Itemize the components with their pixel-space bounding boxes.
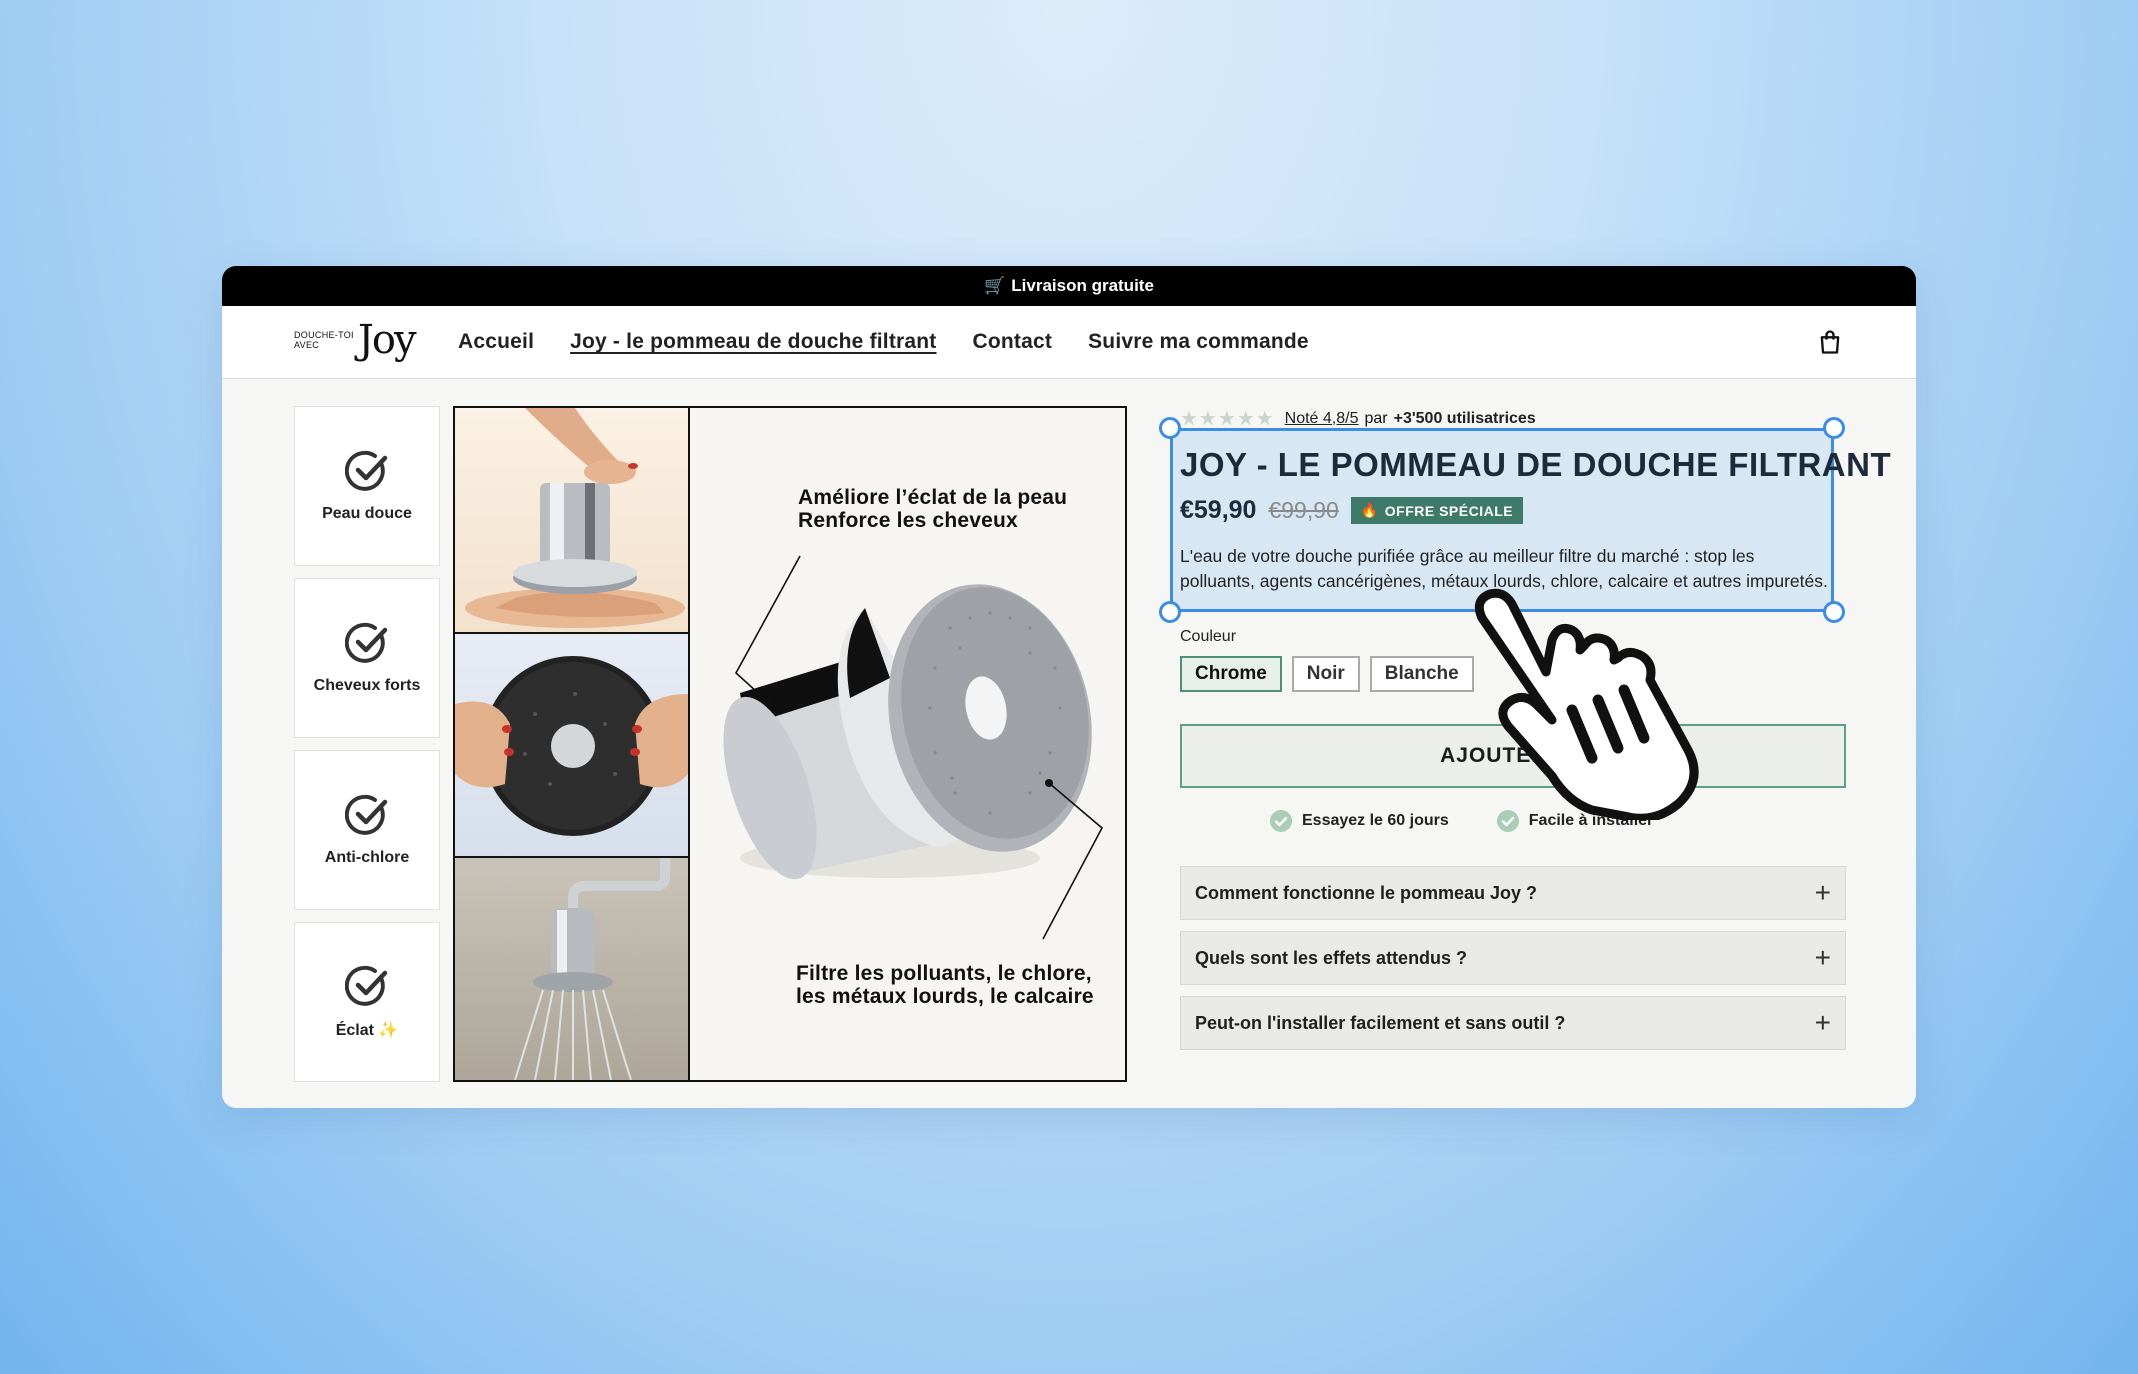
nav-accueil[interactable]: Accueil	[458, 330, 534, 354]
shopping-bag-icon[interactable]	[1816, 328, 1844, 356]
feature-label: Cheveux forts	[313, 677, 421, 694]
rating-users: +3'500 utilisatrices	[1393, 409, 1536, 427]
pointer-hand-cursor-icon	[1474, 588, 1699, 820]
old-price: €99,90	[1268, 497, 1339, 523]
price-row: €59,90 €99,90 🔥 OFFRE SPÉCIALE	[1180, 496, 1524, 525]
feature-label-text: Éclat	[335, 1022, 374, 1039]
product-gallery: Améliore l’éclat de la peau Renforce les…	[453, 406, 1127, 1082]
nav-contact[interactable]: Contact	[973, 330, 1053, 354]
shower-head-in-hand-image	[465, 408, 685, 628]
caption-top-line1: Améliore l’éclat de la peau	[798, 486, 1068, 509]
special-offer-badge: 🔥 OFFRE SPÉCIALE	[1350, 497, 1524, 524]
variant-noir[interactable]: Noir	[1291, 656, 1360, 692]
check-circle-icon	[345, 965, 388, 1006]
feature-label: Éclat ✨	[336, 1020, 399, 1040]
logo[interactable]: DOUCHE-TOI AVEC Joy	[294, 317, 417, 363]
faq-question: Quels sont les effets attendus ?	[1195, 947, 1468, 968]
sparkles-icon: ✨	[378, 1022, 399, 1039]
site-header: DOUCHE-TOI AVEC Joy Accueil Joy - le pom…	[222, 306, 1916, 379]
feature-label: Anti-chlore	[324, 849, 410, 866]
announcement-bar: 🛒 Livraison gratuite	[222, 266, 1916, 306]
variant-chrome[interactable]: Chrome	[1180, 656, 1282, 692]
gallery-thumbnail[interactable]	[455, 858, 690, 1080]
badge-label: OFFRE SPÉCIALE	[1384, 502, 1514, 519]
nav-track-order[interactable]: Suivre ma commande	[1088, 330, 1309, 354]
rating-link[interactable]: Noté 4,8/5	[1285, 410, 1359, 428]
faq-item[interactable]: Comment fonctionne le pommeau Joy ? +	[1180, 866, 1846, 920]
selection-handle-top-left[interactable]	[1159, 417, 1181, 439]
logo-tagline-line1: DOUCHE-TOI	[294, 330, 354, 340]
color-variants: Chrome Noir Blanche	[1180, 656, 1474, 692]
feature-card: Éclat ✨	[294, 922, 440, 1082]
feature-list: Peau douce Cheveux forts Anti-chlore Écl…	[294, 406, 440, 1094]
caption-top-line2: Renforce les cheveux	[798, 509, 1018, 532]
caption-bottom: Filtre les polluants, le chlore, les mét…	[796, 962, 1094, 1008]
variant-blanche[interactable]: Blanche	[1369, 656, 1474, 692]
plus-icon: +	[1814, 1007, 1831, 1038]
plus-icon: +	[1814, 877, 1831, 908]
color-label: Couleur	[1180, 628, 1237, 645]
shower-water-image	[514, 858, 670, 1080]
perk-item: Essayez le 60 jours	[1270, 810, 1449, 832]
flame-icon: 🔥	[1360, 502, 1379, 518]
caption-bottom-line1: Filtre les polluants, le chlore,	[796, 962, 1092, 985]
feature-card: Anti-chlore	[294, 750, 440, 910]
product-title: JOY - LE POMMEAU DE DOUCHE FILTRANT	[1180, 446, 1892, 483]
selection-handle-bottom-left[interactable]	[1159, 601, 1181, 623]
feature-label: Peau douce	[322, 505, 412, 522]
check-badge-icon	[1270, 810, 1292, 832]
faq-question: Peut-on l'installer facilement et sans o…	[1195, 1012, 1566, 1033]
selection-handle-top-right[interactable]	[1823, 417, 1845, 439]
logo-brand: Joy	[357, 317, 417, 363]
faq-item[interactable]: Quels sont les effets attendus ? +	[1180, 931, 1846, 985]
caption-top: Améliore l’éclat de la peau Renforce les…	[798, 486, 1067, 532]
faq-question: Comment fonctionne le pommeau Joy ?	[1195, 882, 1538, 903]
feature-card: Peau douce	[294, 406, 440, 566]
rating-par: par	[1364, 409, 1388, 427]
shower-head-face-image	[455, 656, 688, 836]
logo-tagline: DOUCHE-TOI AVEC	[294, 330, 354, 350]
selection-handle-bottom-right[interactable]	[1823, 601, 1845, 623]
nav-product[interactable]: Joy - le pommeau de douche filtrant	[570, 330, 936, 354]
feature-card: Cheveux forts	[294, 578, 440, 738]
logo-tagline-line2: AVEC	[294, 340, 320, 350]
announcement-text: Livraison gratuite	[1011, 276, 1154, 295]
current-price: €59,90	[1180, 496, 1257, 524]
check-circle-icon	[345, 450, 388, 491]
plus-icon: +	[1814, 942, 1831, 973]
main-nav: Accueil Joy - le pommeau de douche filtr…	[458, 306, 1309, 378]
caption-bottom-line2: les métaux lourds, le calcaire	[796, 985, 1094, 1008]
check-circle-icon	[345, 622, 388, 663]
rating-row: ★★★★★ Noté 4,8/5 par +3'500 utilisatrice…	[1180, 406, 1536, 431]
shopping-cart-icon: 🛒	[984, 276, 1006, 295]
main-product-image: Améliore l’éclat de la peau Renforce les…	[690, 408, 1125, 1080]
check-circle-icon	[345, 794, 388, 835]
gallery-thumbnail[interactable]	[455, 408, 690, 634]
gallery-thumbnail[interactable]	[455, 634, 690, 858]
faq-item[interactable]: Peut-on l'installer facilement et sans o…	[1180, 996, 1846, 1050]
perk-label: Essayez le 60 jours	[1302, 812, 1449, 829]
star-rating-icon: ★★★★★	[1180, 408, 1275, 430]
